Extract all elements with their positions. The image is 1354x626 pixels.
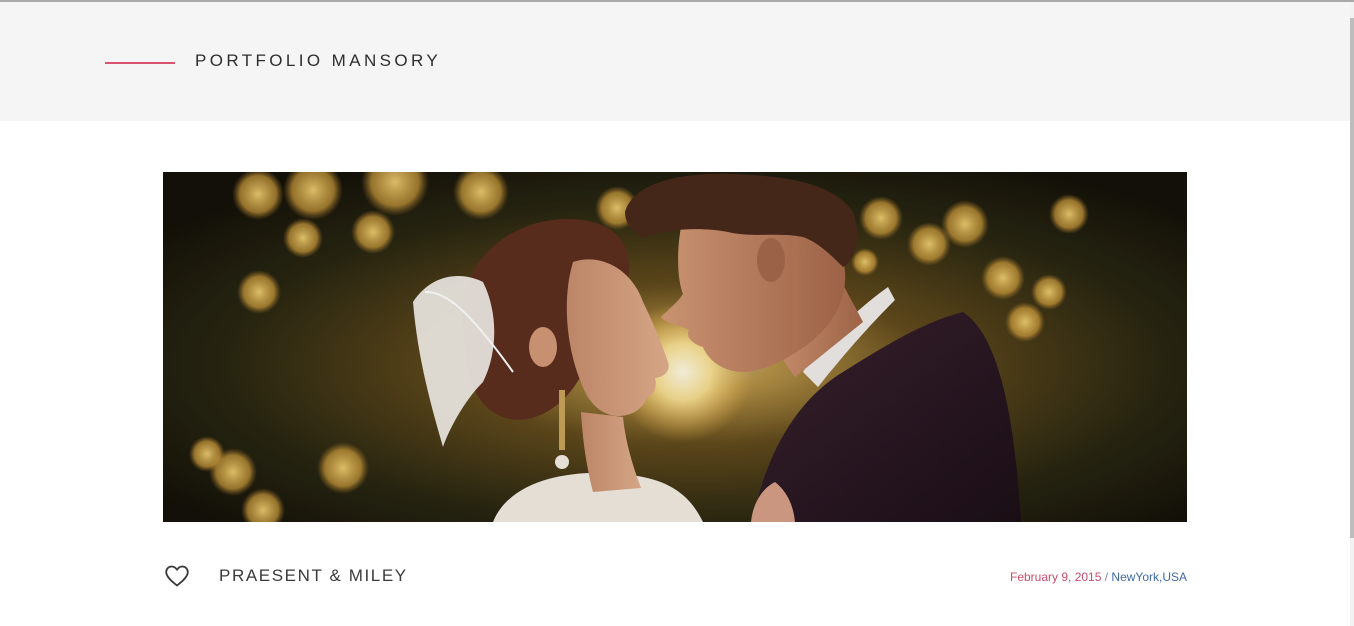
- scrollbar-thumb[interactable]: [1350, 18, 1354, 538]
- title-accent-line: [105, 62, 175, 64]
- like-heart-icon[interactable]: [164, 564, 190, 588]
- page-title: PORTFOLIO MANSORY: [195, 51, 442, 70]
- portfolio-item-location-link[interactable]: NewYork,USA: [1111, 570, 1187, 584]
- page-header: PORTFOLIO MANSORY: [0, 2, 1350, 121]
- portfolio-item-date: February 9, 2015: [1010, 570, 1102, 584]
- page: PORTFOLIO MANSORY PRAESENT & MILEY Febru…: [0, 0, 1354, 626]
- portfolio-image[interactable]: [163, 172, 1187, 522]
- wedding-couple-photo: [163, 172, 1187, 522]
- portfolio-item-meta: February 9, 2015 / NewYork,USA: [1010, 570, 1187, 584]
- portfolio-item-title[interactable]: PRAESENT & MILEY: [219, 566, 408, 586]
